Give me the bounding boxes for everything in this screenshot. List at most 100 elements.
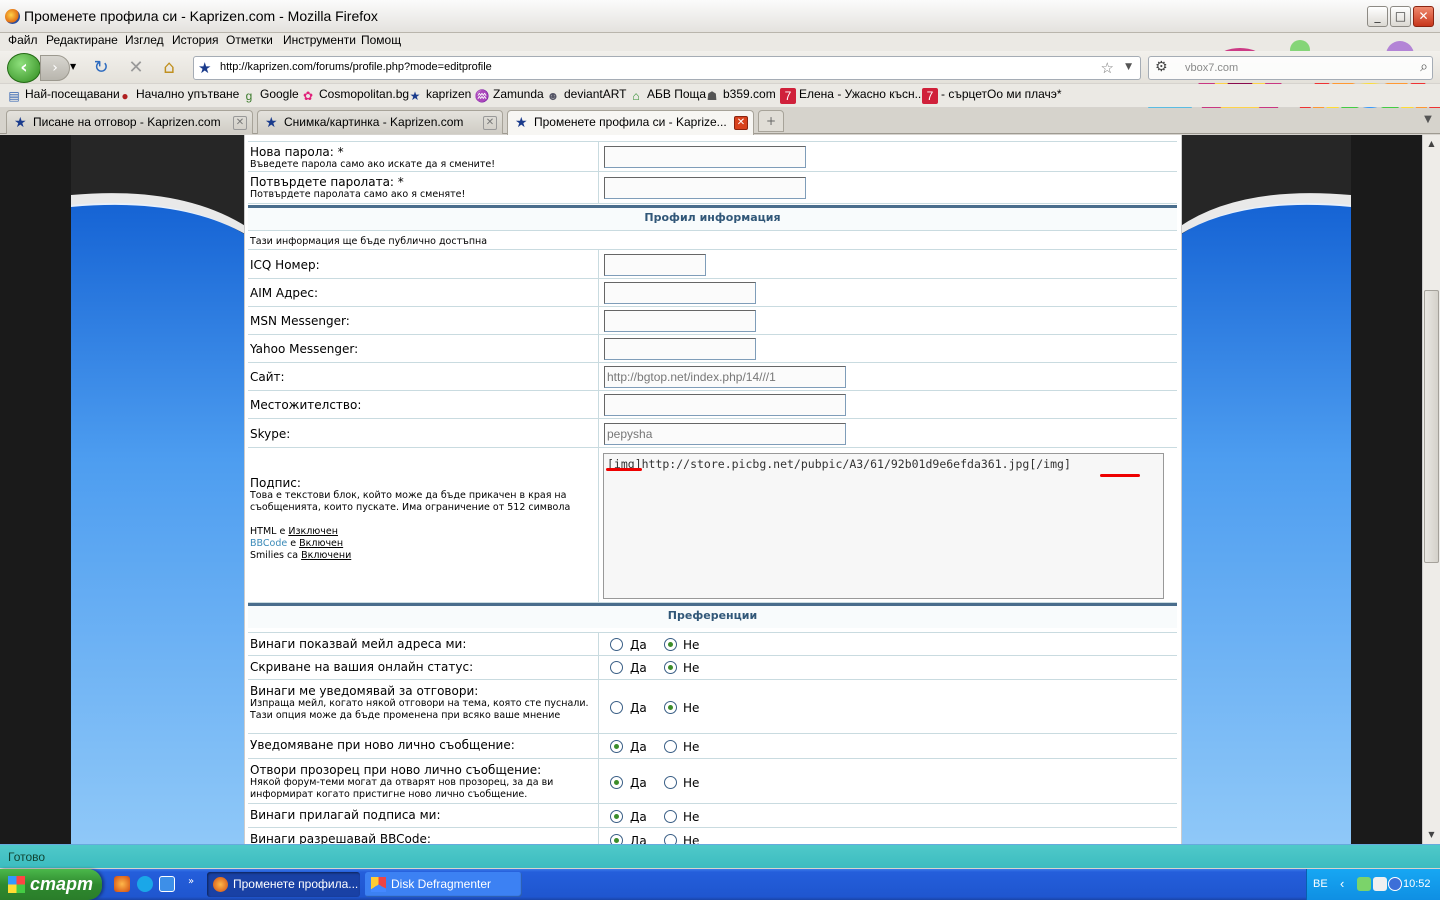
pref-popup-pm-no-radio[interactable] [664, 776, 677, 789]
pref-bbcode-no-radio[interactable] [664, 834, 677, 844]
kaprizen-favicon-icon: ★ [265, 114, 278, 130]
taskbar-defrag-window[interactable]: Disk Defragmenter [365, 872, 522, 897]
bbcode-status: BBCode е Включен [250, 538, 344, 549]
pref-notify-replies-no-radio[interactable] [664, 701, 677, 714]
pref-bbcode-yes-radio[interactable] [610, 834, 623, 844]
pref-notify-pm-no-radio[interactable] [664, 740, 677, 753]
website-field[interactable]: http://bgtop.net/index.php/14///1 [604, 366, 846, 388]
skype-quicklaunch-icon[interactable] [137, 876, 153, 892]
bookmarks-bar: ▤ Най-посещавани ● Начално упътване g Googl… [0, 84, 1440, 107]
menu-file[interactable]: Файл [8, 33, 38, 47]
new-password-row: Нова парола: * Въведете парола само ако … [248, 141, 1177, 172]
search-bar[interactable]: ⚙ vbox7.com ⌕ [1148, 56, 1433, 80]
bookmark-getting-started[interactable]: ● Начално упътване [117, 87, 239, 104]
profile-note: Тази информация ще бъде публично достъпн… [250, 236, 488, 247]
menu-bookmarks[interactable]: Отметки [226, 33, 273, 47]
new-tab-button[interactable]: + [758, 110, 784, 132]
volume-icon[interactable] [1388, 877, 1402, 891]
pref-notify-replies-row: Винаги ме уведомявай за отговори: Изпраща… [248, 680, 1177, 734]
menu-tools[interactable]: Инструменти [283, 33, 356, 47]
menu-history[interactable]: История [172, 33, 219, 47]
tab-close-icon[interactable]: ✕ [483, 116, 497, 130]
msn-field[interactable] [604, 310, 756, 332]
bookmark-abv-mail[interactable]: ⌂ АБВ Поща [628, 87, 706, 104]
bookmark-google[interactable]: g Google [241, 87, 299, 104]
profile-form: Нова парола: * Въведете парола само ако … [244, 135, 1182, 844]
bookmark-heart[interactable]: 7- сърцетОо ми плачэ* [922, 87, 1062, 104]
maximize-button[interactable]: □ [1390, 6, 1411, 27]
taskbar-firefox-window[interactable]: Променете профила... [207, 872, 360, 897]
smilies-status-link[interactable]: Включени [301, 550, 351, 561]
menu-help[interactable]: Помощ [361, 33, 401, 47]
bookmark-b359[interactable]: ☗ b359.com [704, 87, 776, 104]
bookmark-star-icon[interactable]: ☆ [1101, 59, 1114, 77]
pref-notify-replies-label: Винаги ме уведомявай за отговори: [250, 684, 479, 698]
new-password-field[interactable] [604, 146, 806, 168]
pref-show-email-yes-radio[interactable] [610, 638, 623, 651]
scroll-up-icon[interactable]: ▲ [1424, 136, 1439, 151]
confirm-password-label: Потвърдете паролата: * [250, 175, 404, 189]
tab-close-icon[interactable]: ✕ [233, 116, 247, 130]
bbcode-status-link[interactable]: Включен [299, 538, 343, 549]
reload-icon[interactable]: ↻ [90, 57, 112, 79]
bookmark-zamunda[interactable]: ♒ Zamunda [474, 87, 544, 104]
pref-notify-pm-yes-radio[interactable] [610, 740, 623, 753]
tray-expand-icon[interactable]: ‹ [1340, 876, 1344, 891]
stop-icon[interactable]: ✕ [125, 57, 147, 79]
location-field[interactable] [604, 394, 846, 416]
bookmark-most-visited[interactable]: ▤ Най-посещавани [6, 87, 119, 104]
tab-edit-profile[interactable]: ★ Променете профила си - Kaprize... ✕ [507, 110, 754, 135]
pref-popup-pm-row: Отвори прозорец при ново лично съобщение… [248, 759, 1177, 804]
scroll-down-icon[interactable]: ▼ [1424, 827, 1439, 842]
confirm-password-hint: Потвърдете паролата само ако я сменяте! [250, 189, 466, 200]
minimize-button[interactable]: _ [1367, 6, 1388, 27]
vertical-scrollbar[interactable]: ▲ ▼ [1422, 135, 1440, 844]
search-engine-icon[interactable]: ⚙ [1155, 59, 1168, 75]
windows-taskbar: старт » Променете профила... Disk Defrag… [0, 869, 1440, 900]
url-bar[interactable]: ★ http://kaprizen.com/forums/profile.php… [193, 56, 1141, 80]
bbcode-link[interactable]: BBCode [250, 538, 287, 549]
language-indicator[interactable]: BE [1313, 878, 1328, 890]
icq-field[interactable] [604, 254, 706, 276]
search-icon[interactable]: ⌕ [1420, 59, 1428, 75]
search-input[interactable]: vbox7.com [1185, 62, 1238, 74]
skype-tray-icon[interactable] [1373, 877, 1387, 891]
tab-image[interactable]: ★ Снимка/картинка - Kaprizen.com ✕ [257, 110, 503, 134]
bookmark-kaprizen[interactable]: ★ kaprizen [407, 87, 472, 104]
pref-notify-replies-yes-radio[interactable] [610, 701, 623, 714]
pref-hide-online-yes-radio[interactable] [610, 661, 623, 674]
yahoo-field[interactable] [604, 338, 756, 360]
url-dropdown-icon[interactable]: ▼ [1125, 62, 1132, 72]
history-dropdown-icon[interactable]: ▼ [70, 62, 76, 71]
quicklaunch-chevron-icon[interactable]: » [188, 876, 194, 887]
close-button[interactable]: ✕ [1413, 6, 1434, 27]
pref-attach-sig-no-radio[interactable] [664, 810, 677, 823]
network-icon[interactable] [1357, 877, 1371, 891]
tab-close-icon[interactable]: ✕ [734, 116, 748, 130]
bookmark-elena[interactable]: 7 Елена - Ужасно късн... [780, 87, 925, 104]
pref-popup-pm-yes-radio[interactable] [610, 776, 623, 789]
menu-view[interactable]: Изглед [125, 33, 164, 47]
aim-field[interactable] [604, 282, 756, 304]
firefox-quicklaunch-icon[interactable] [114, 876, 130, 892]
tab-reply[interactable]: ★ Писане на отговор - Kaprizen.com ✕ [6, 110, 253, 134]
start-button[interactable]: старт [0, 869, 102, 900]
bookmark-cosmopolitan[interactable]: ✿ Cosmopolitan.bg [300, 87, 409, 104]
explorer-quicklaunch-icon[interactable] [159, 876, 175, 892]
url-text[interactable]: http://kaprizen.com/forums/profile.php?m… [220, 61, 492, 73]
signature-textarea[interactable]: [img]http://store.picbg.net/pubpic/A3/61… [603, 453, 1164, 599]
scrollbar-thumb[interactable] [1424, 290, 1439, 563]
home-icon[interactable]: ⌂ [158, 57, 180, 79]
skype-field[interactable]: pepysha [604, 423, 846, 445]
pref-popup-pm-hint: Някой форум-теми могат да отварят нов пр… [250, 777, 554, 800]
pref-hide-online-no-radio[interactable] [664, 661, 677, 674]
tab-list-icon[interactable]: ▼ [1418, 110, 1438, 132]
forward-button[interactable]: › [40, 55, 70, 81]
html-status-link[interactable]: Изключен [288, 526, 338, 537]
bookmark-deviantart[interactable]: ☻ deviantART [545, 87, 627, 104]
pref-attach-sig-yes-radio[interactable] [610, 810, 623, 823]
back-button[interactable]: ‹ [7, 53, 41, 83]
menu-edit[interactable]: Редактиране [46, 33, 118, 47]
confirm-password-field[interactable] [604, 177, 806, 199]
pref-show-email-no-radio[interactable] [664, 638, 677, 651]
